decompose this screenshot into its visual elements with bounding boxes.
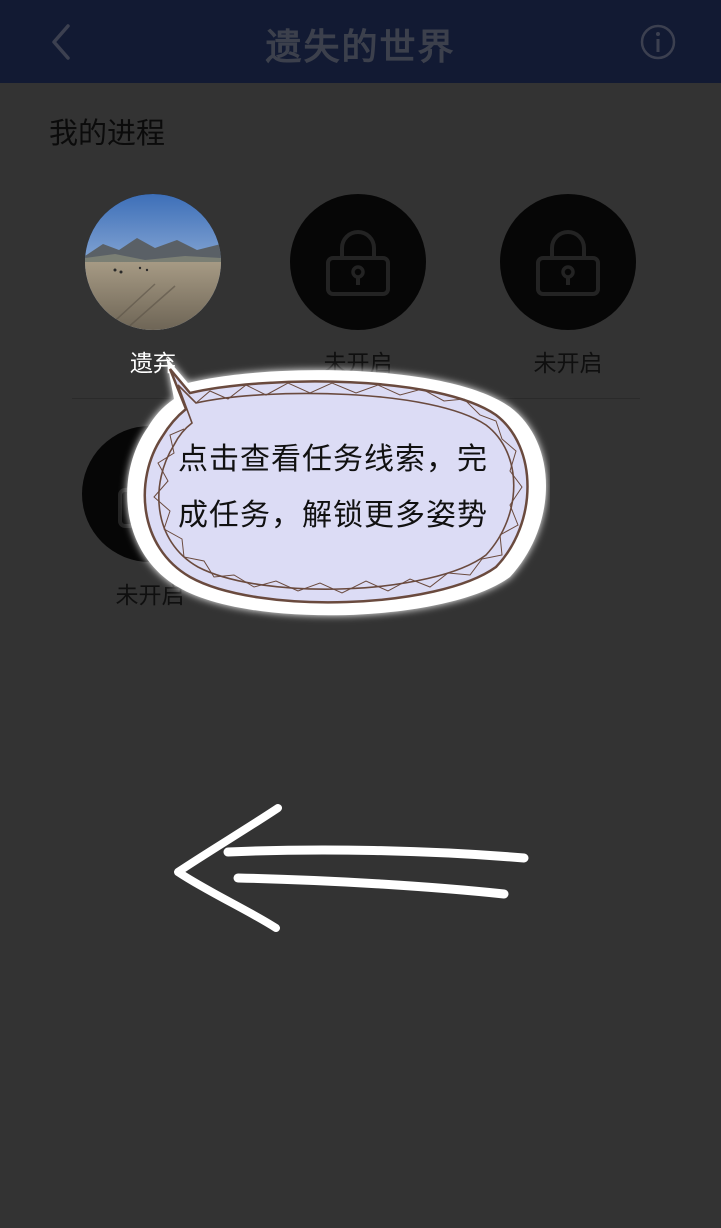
lock-icon <box>536 230 600 296</box>
landscape-image <box>85 194 221 330</box>
page-title: 遗失的世界 <box>265 27 456 68</box>
level-item-1[interactable]: 遗弃 <box>85 194 221 378</box>
header-bar: 遗失的世界 <box>0 0 721 83</box>
tooltip-text: 点击查看任务线索，完成任务，解锁更多姿势 <box>178 442 488 533</box>
level-item-3[interactable]: 未开启 <box>500 194 636 378</box>
level-thumbnail <box>290 194 426 330</box>
swipe-left-arrow-icon <box>174 804 529 932</box>
lock-icon <box>326 230 390 296</box>
info-icon[interactable] <box>638 22 678 62</box>
section-title: 我的进程 <box>49 116 166 150</box>
level-thumbnail <box>500 194 636 330</box>
level-thumbnail <box>85 194 221 330</box>
level-item-2[interactable]: 未开启 <box>290 194 426 378</box>
